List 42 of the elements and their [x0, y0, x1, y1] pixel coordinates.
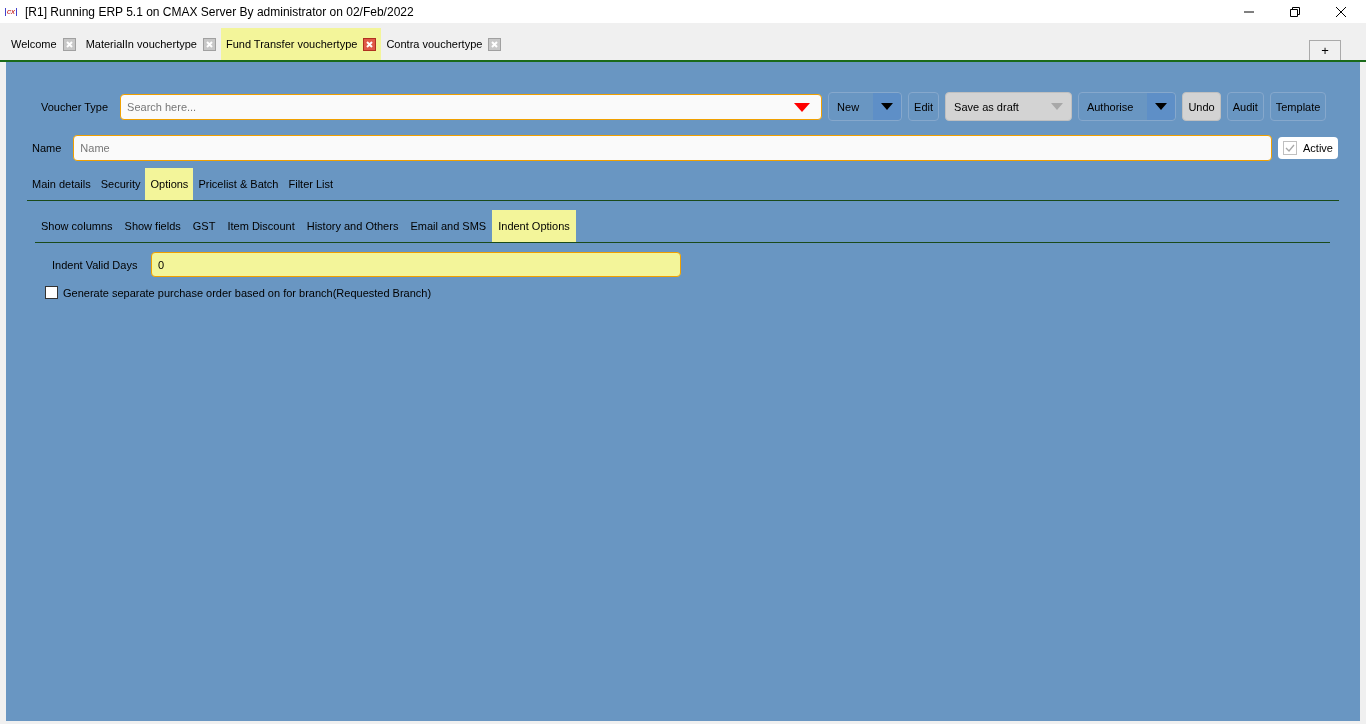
- section-tab[interactable]: Options: [145, 168, 194, 200]
- subsection-tab[interactable]: GST: [186, 210, 222, 242]
- caret-icon: [1155, 103, 1168, 110]
- document-tab[interactable]: MaterialIn vouchertype: [80, 28, 221, 60]
- new-tab-button[interactable]: +: [1309, 40, 1341, 60]
- field-label: Voucher Type: [41, 100, 109, 113]
- field-label: Indent Valid Days: [52, 258, 139, 271]
- name-field[interactable]: Name: [73, 135, 1273, 161]
- subsection-tab[interactable]: Indent Options: [492, 210, 576, 242]
- checkbox[interactable]: [1283, 141, 1298, 155]
- toolbar-button[interactable]: Undo: [1182, 92, 1221, 121]
- section-tab[interactable]: Pricelist & Batch: [193, 168, 284, 200]
- indent-valid-days-field[interactable]: 0: [151, 252, 681, 277]
- caret-icon: [1050, 103, 1063, 110]
- document-tab[interactable]: Contra vouchertype: [381, 28, 507, 60]
- restore-icon[interactable]: [1289, 5, 1301, 18]
- toolbar-button[interactable]: Edit: [908, 92, 940, 121]
- toolbar-button[interactable]: Save as draft: [945, 92, 1072, 121]
- section-tab[interactable]: Filter List: [283, 168, 339, 200]
- close-icon[interactable]: [363, 37, 377, 51]
- subsection-tab[interactable]: Show columns: [35, 210, 119, 242]
- close-icon[interactable]: [1335, 5, 1347, 18]
- toolbar-button[interactable]: Template: [1269, 92, 1327, 121]
- window-title: [R1] Running ERP 5.1 on CMAX Server By administrator on 02/Feb/2022: [25, 4, 414, 19]
- toolbar-button[interactable]: Audit: [1226, 92, 1264, 121]
- toolbar-button[interactable]: New: [828, 92, 903, 121]
- document-tab[interactable]: Fund Transfer vouchertype: [220, 28, 382, 60]
- subsection-tab[interactable]: Email and SMS: [404, 210, 493, 242]
- search-field[interactable]: Search here...: [120, 93, 823, 120]
- section-tab[interactable]: Security: [95, 168, 146, 200]
- dropdown-icon[interactable]: [794, 102, 811, 112]
- checkbox-label: Active: [1303, 142, 1333, 154]
- caret-icon: [881, 103, 894, 110]
- subsection-tab[interactable]: History and Others: [300, 210, 405, 242]
- toolbar-button[interactable]: Authorise: [1077, 92, 1177, 121]
- section-tab[interactable]: Main details: [27, 168, 96, 200]
- checkbox[interactable]: [45, 286, 58, 299]
- field-label: Name: [32, 142, 62, 154]
- subsection-tab[interactable]: Show fields: [118, 210, 187, 242]
- subsection-tab[interactable]: Item Discount: [221, 210, 301, 242]
- document-tab[interactable]: Welcome: [6, 28, 81, 60]
- checkbox-label: Generate separate purchase order based on for branch(Requested Branch): [63, 286, 432, 299]
